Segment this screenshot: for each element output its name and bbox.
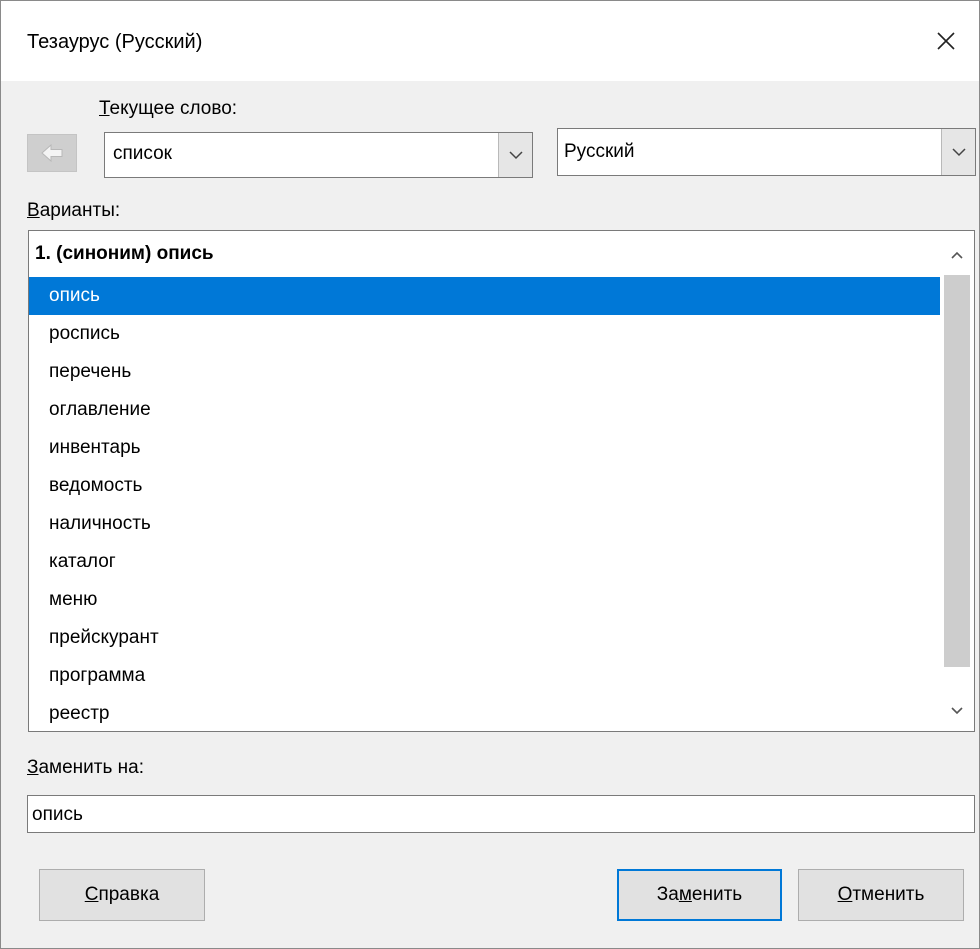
list-item[interactable]: перечень xyxy=(29,353,941,391)
language-combobox[interactable]: Русский xyxy=(557,128,976,176)
back-button[interactable] xyxy=(27,134,77,172)
current-word-label: Текущее слово: xyxy=(99,98,238,119)
list-item[interactable]: реестр xyxy=(29,695,941,731)
list-item[interactable]: программа xyxy=(29,657,941,695)
chevron-up-icon xyxy=(951,251,963,259)
variants-scrollbar[interactable] xyxy=(940,231,974,731)
chevron-down-icon xyxy=(951,707,963,715)
list-item[interactable]: ведомость xyxy=(29,467,941,505)
close-button[interactable] xyxy=(913,1,979,81)
variants-list[interactable]: 1. (синоним) опись опись роспись перечен… xyxy=(28,230,975,732)
language-dropdown-button[interactable] xyxy=(941,129,975,175)
list-item[interactable]: прейскурант xyxy=(29,619,941,657)
replace-with-field[interactable]: опись xyxy=(27,795,975,833)
title-bar: Тезаурус (Русский) xyxy=(1,1,979,81)
list-item[interactable]: наличность xyxy=(29,505,941,543)
help-button[interactable]: Справка xyxy=(39,869,205,921)
replace-with-value: опись xyxy=(32,804,83,825)
list-item[interactable]: опись xyxy=(29,277,941,315)
replace-with-label: Заменить на: xyxy=(27,757,145,778)
chevron-down-icon xyxy=(508,151,523,160)
list-item[interactable]: меню xyxy=(29,581,941,619)
list-item[interactable]: каталог xyxy=(29,543,941,581)
cancel-button[interactable]: Отменить xyxy=(798,869,964,921)
replace-button[interactable]: За м енить xyxy=(617,869,782,921)
chevron-down-icon xyxy=(951,148,966,157)
language-value: Русский xyxy=(564,141,635,162)
window-title: Тезаурус (Русский) xyxy=(27,31,203,53)
list-item[interactable]: роспись xyxy=(29,315,941,353)
scrollbar-thumb[interactable] xyxy=(944,275,970,667)
current-word-dropdown-button[interactable] xyxy=(498,133,532,177)
arrow-left-icon xyxy=(41,143,63,163)
close-icon xyxy=(937,32,955,50)
scroll-up-button[interactable] xyxy=(940,237,974,273)
current-word-value: список xyxy=(113,143,172,164)
list-item[interactable]: инвентарь xyxy=(29,429,941,467)
thesaurus-dialog: Тезаурус (Русский) Текущее слово: список… xyxy=(0,0,980,949)
list-item[interactable]: оглавление xyxy=(29,391,941,429)
variants-label: Варианты: xyxy=(27,200,121,221)
variants-group-header: 1. (синоним) опись xyxy=(35,243,214,264)
current-word-combobox[interactable]: список xyxy=(104,132,533,178)
scroll-down-button[interactable] xyxy=(940,693,974,729)
